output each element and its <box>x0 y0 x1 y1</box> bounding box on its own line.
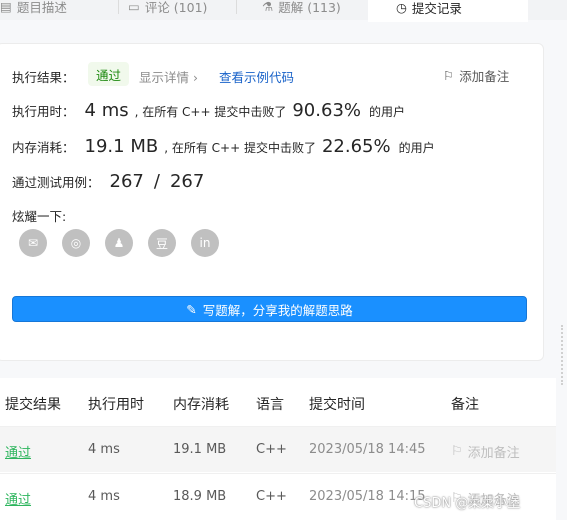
tab-label: 提交记录 <box>411 0 462 16</box>
note-label: 添加备注 <box>467 446 520 461</box>
runtime-percentile: 90.63% <box>292 100 361 121</box>
write-solution-label: 写题解，分享我的解题思路 <box>202 302 353 318</box>
testcases-label: 通过测试用例： <box>12 175 100 190</box>
tab-bar: ▤ 题目描述 ▭ 评论 (101) ⚗ 题解 (113) ◷ 提交记录 <box>0 0 567 22</box>
table-row[interactable]: 通过 4 ms 19.1 MB C++ 2023/05/18 14:45 ⚐ 添… <box>0 426 556 472</box>
tab-divider <box>118 0 119 14</box>
runtime-cell: 4 ms <box>88 489 120 504</box>
qq-icon[interactable]: ♟ <box>105 229 133 257</box>
column-header-result[interactable]: 提交结果 <box>5 394 61 414</box>
table-header: 提交结果 执行用时 内存消耗 语言 提交时间 备注 <box>0 378 556 426</box>
status-row: 执行结果： <box>12 67 75 86</box>
scrollbar[interactable] <box>561 325 563 385</box>
flask-icon: ⚗ <box>262 0 274 14</box>
tab-label: 题解 (113) <box>278 0 341 15</box>
clock-icon: ◷ <box>396 0 407 15</box>
add-note-button[interactable]: ⚐ 添加备注 <box>451 442 520 461</box>
runtime-label: 执行用时： <box>12 104 75 119</box>
watermark: CSDN @菜菜小堡 <box>414 496 521 511</box>
flag-icon: ⚐ <box>443 68 455 83</box>
add-note-button[interactable]: ⚐ 添加备注 <box>443 66 509 85</box>
tab-comments[interactable]: ▭ 评论 (101) <box>128 0 233 20</box>
view-sample-code-link[interactable]: 查看示例代码 <box>219 67 294 86</box>
tab-label: 评论 (101) <box>144 0 208 15</box>
tab-divider <box>236 0 237 14</box>
pencil-icon: ✎ <box>186 301 197 317</box>
memory-row: 内存消耗： 19.1 MB , 在所有 C++ 提交中击败了 22.65% 的用… <box>12 136 435 157</box>
show-details-link[interactable]: 显示详情 › <box>139 67 198 86</box>
linkedin-icon[interactable]: in <box>191 229 219 257</box>
status-label: 执行结果： <box>12 70 75 85</box>
testcases-total: 267 <box>169 171 205 192</box>
testcases-row: 通过测试用例： 267 / 267 <box>12 171 204 192</box>
weibo-icon[interactable]: ◎ <box>62 229 90 257</box>
runtime-row: 执行用时： 4 ms , 在所有 C++ 提交中击败了 90.63% 的用户 <box>12 100 405 121</box>
tab-submissions[interactable]: ◷ 提交记录 <box>368 0 528 22</box>
add-note-label: 添加备注 <box>459 69 510 84</box>
language-cell: C++ <box>256 442 287 457</box>
memory-label: 内存消耗： <box>12 140 75 155</box>
column-header-time[interactable]: 提交时间 <box>309 394 365 414</box>
status-badge: 通过 <box>88 62 130 86</box>
write-solution-button[interactable]: ✎ 写题解，分享我的解题思路 <box>12 296 527 322</box>
memory-percentile: 22.65% <box>321 136 391 157</box>
runtime-beat-text: , 在所有 C++ 提交中击败了 <box>134 105 287 119</box>
comment-icon: ▭ <box>128 0 140 14</box>
douban-icon[interactable]: 豆 <box>148 229 176 257</box>
runtime-value: 4 ms <box>84 100 129 121</box>
share-label: 炫耀一下: <box>12 209 67 224</box>
share-label-row: 炫耀一下: <box>12 206 66 225</box>
memory-cell: 18.9 MB <box>173 489 227 504</box>
submit-time-cell: 2023/05/18 14:15 <box>309 489 426 504</box>
testcases-passed: 267 <box>109 171 144 192</box>
language-cell: C++ <box>256 489 287 504</box>
tab-description[interactable]: ▤ 题目描述 <box>0 0 117 20</box>
runtime-suffix: 的用户 <box>369 105 406 119</box>
result-link[interactable]: 通过 <box>5 489 31 508</box>
testcases-separator: / <box>153 171 160 192</box>
runtime-cell: 4 ms <box>88 442 120 457</box>
memory-cell: 19.1 MB <box>173 442 227 457</box>
tab-solutions[interactable]: ⚗ 题解 (113) <box>262 0 362 20</box>
share-buttons: ✉ ◎ ♟ 豆 in <box>19 229 219 257</box>
memory-suffix: 的用户 <box>398 141 435 155</box>
wechat-icon[interactable]: ✉ <box>19 229 47 257</box>
column-header-memory[interactable]: 内存消耗 <box>173 394 229 414</box>
flag-icon: ⚐ <box>451 444 463 459</box>
memory-beat-text: , 在所有 C++ 提交中击败了 <box>164 141 316 155</box>
column-header-runtime[interactable]: 执行用时 <box>88 394 144 414</box>
column-header-note: 备注 <box>451 397 479 413</box>
tab-label: 题目描述 <box>16 0 67 15</box>
submit-time-cell: 2023/05/18 14:45 <box>309 442 426 457</box>
result-link[interactable]: 通过 <box>5 442 31 461</box>
description-icon: ▤ <box>0 0 12 14</box>
memory-value: 19.1 MB <box>84 136 159 157</box>
column-header-language[interactable]: 语言 <box>256 394 284 414</box>
